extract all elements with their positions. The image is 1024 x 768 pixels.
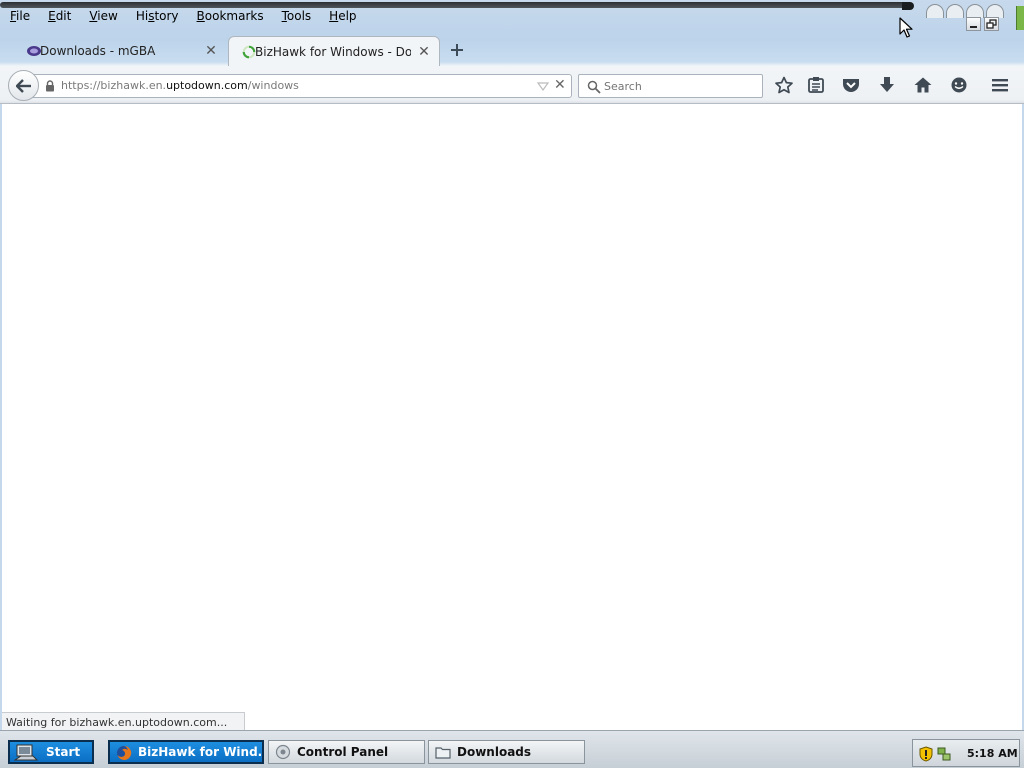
plus-icon: [451, 44, 463, 56]
search-input[interactable]: [603, 77, 753, 95]
new-tab-button[interactable]: [448, 40, 466, 60]
taskbar: Start BizHawk for Wind... Control Panel …: [0, 730, 1024, 768]
tab-title: BizHawk for Windows - Downl...: [255, 44, 411, 59]
folder-icon: [435, 747, 451, 759]
hamburger-menu-icon[interactable]: [990, 76, 1010, 94]
status-bar: Waiting for bizhawk.en.uptodown.com...: [2, 712, 245, 731]
bookmark-star-icon[interactable]: [774, 76, 794, 94]
task-downloads-folder[interactable]: Downloads: [428, 740, 585, 764]
start-label: Start: [46, 745, 81, 759]
title-strip-end: [902, 2, 914, 10]
menu-help[interactable]: Help: [319, 8, 364, 26]
start-button[interactable]: Start: [8, 740, 94, 764]
ring-decoration: [946, 4, 964, 18]
page-content[interactable]: [2, 105, 1022, 729]
tab-close-icon[interactable]: ✕: [204, 43, 218, 59]
security-shield-icon[interactable]: [919, 746, 933, 762]
menu-edit[interactable]: Edit: [38, 8, 79, 26]
url-text: https://bizhawk.en.uptodown.com/windows: [61, 79, 299, 92]
network-icon[interactable]: [937, 746, 951, 762]
window-edge-handle: [1016, 6, 1024, 30]
menu-file[interactable]: File: [0, 8, 38, 26]
url-bar[interactable]: https://bizhawk.en.uptodown.com/windows …: [30, 74, 572, 98]
control-panel-icon: [275, 744, 291, 760]
ring-decoration: [986, 4, 1004, 18]
tab-bizhawk[interactable]: BizHawk for Windows - Downl... ✕: [228, 36, 440, 66]
home-icon[interactable]: [913, 76, 933, 94]
tab-downloads-mgba[interactable]: Downloads - mGBA ✕: [14, 36, 226, 66]
window-controls: [920, 2, 1020, 32]
hello-chat-icon[interactable]: [949, 76, 969, 94]
task-control-panel[interactable]: Control Panel: [268, 740, 425, 764]
taskbar-clock: 5:18 AM: [967, 747, 1018, 760]
mouse-cursor-icon: [899, 17, 913, 38]
ring-decoration: [926, 4, 944, 18]
stop-loading-icon[interactable]: ✕: [554, 77, 566, 93]
pocket-icon[interactable]: [841, 76, 861, 94]
mgba-favicon-icon: [27, 46, 41, 56]
search-bar[interactable]: [578, 74, 763, 98]
start-computer-icon: [13, 744, 39, 761]
task-label: Control Panel: [297, 745, 389, 759]
loading-spinner-icon: [242, 45, 256, 59]
navigation-bar: https://bizhawk.en.uptodown.com/windows …: [0, 66, 1024, 104]
restore-icon: [986, 19, 997, 29]
download-arrow-icon[interactable]: [877, 76, 897, 94]
menu-bookmarks[interactable]: Bookmarks: [187, 8, 272, 26]
browser-chrome: File Edit View History Bookmarks Tools H…: [0, 0, 1024, 104]
back-button[interactable]: [8, 70, 39, 101]
lock-icon: [46, 80, 54, 92]
task-label: Downloads: [457, 745, 532, 759]
menu-view[interactable]: View: [79, 8, 125, 26]
system-tray: 5:18 AM: [912, 739, 1020, 767]
restore-button[interactable]: [984, 17, 999, 31]
task-bizhawk-firefox[interactable]: BizHawk for Wind...: [108, 740, 264, 764]
tab-close-icon[interactable]: ✕: [417, 44, 431, 60]
minimize-icon: [970, 26, 977, 28]
menu-history[interactable]: History: [126, 8, 187, 26]
back-arrow-icon: [15, 78, 31, 93]
reading-list-icon[interactable]: [806, 76, 826, 94]
task-label: BizHawk for Wind...: [138, 745, 264, 759]
tab-title: Downloads - mGBA: [40, 44, 156, 58]
menu-bar: File Edit View History Bookmarks Tools H…: [0, 8, 365, 26]
ring-decoration: [966, 4, 984, 18]
search-icon: [587, 80, 601, 94]
minimize-button[interactable]: [966, 17, 981, 31]
firefox-icon: [117, 745, 132, 760]
url-history-dropdown-icon[interactable]: [537, 80, 549, 92]
menu-tools[interactable]: Tools: [272, 8, 320, 26]
tab-strip: Downloads - mGBA ✕ BizHawk for Windows -…: [0, 34, 1024, 66]
